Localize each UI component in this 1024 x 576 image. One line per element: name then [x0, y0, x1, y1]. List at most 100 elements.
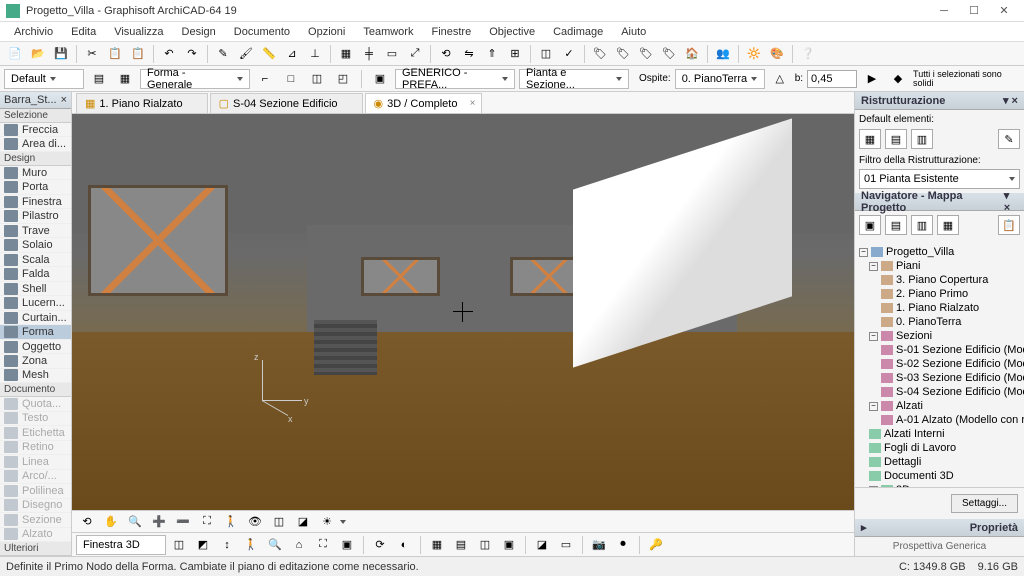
- menu-teamwork[interactable]: Teamwork: [355, 24, 421, 40]
- tree-story-0[interactable]: 0. PianoTerra: [857, 315, 1022, 329]
- tool-object[interactable]: Oggetto: [0, 340, 71, 354]
- menu-design[interactable]: Design: [174, 24, 224, 40]
- b8-icon[interactable]: ▣: [336, 535, 358, 555]
- settings-button[interactable]: Settaggi...: [951, 494, 1018, 513]
- tool-shell[interactable]: Shell: [0, 282, 71, 296]
- teamwork-icon[interactable]: 👥: [712, 44, 734, 64]
- tool-wall[interactable]: Muro: [0, 166, 71, 180]
- mirror-icon[interactable]: ⇋: [458, 44, 480, 64]
- menu-visualizza[interactable]: Visualizza: [106, 24, 171, 40]
- rotate-icon[interactable]: ⟲: [435, 44, 457, 64]
- comp-icon[interactable]: ▣: [369, 69, 391, 89]
- b13-icon[interactable]: ◫: [474, 535, 496, 555]
- b4-icon[interactable]: 🚶: [240, 535, 262, 555]
- tool-beam[interactable]: Trave: [0, 224, 71, 238]
- tool-mesh[interactable]: Mesh: [0, 369, 71, 383]
- b11-icon[interactable]: ▦: [426, 535, 448, 555]
- group-more[interactable]: Ulteriori: [0, 542, 71, 556]
- scale-icon[interactable]: ⤢: [404, 44, 426, 64]
- solid-icon[interactable]: ◆: [887, 69, 909, 89]
- tree-project[interactable]: −Progetto_Villa: [857, 245, 1022, 259]
- nav-btn3[interactable]: ▥: [911, 215, 933, 235]
- b17-icon[interactable]: 🔑: [645, 535, 667, 555]
- tree-3ddocs[interactable]: Documenti 3D: [857, 469, 1022, 483]
- restructure-header[interactable]: Ristrutturazione▾ ×: [855, 92, 1024, 110]
- angle-icon[interactable]: △: [769, 69, 791, 89]
- nav-btn5[interactable]: 📋: [998, 215, 1020, 235]
- tool-curtain[interactable]: Curtain...: [0, 311, 71, 325]
- material-button[interactable]: ▦: [114, 69, 136, 89]
- tree-section-2[interactable]: S-02 Sezione Edificio (Modello: [857, 357, 1022, 371]
- look-icon[interactable]: 👁: [244, 512, 266, 532]
- default-preset[interactable]: Default: [4, 69, 84, 89]
- tree-int-elevations[interactable]: Alzati Interni: [857, 427, 1022, 441]
- story-select[interactable]: 0. PianoTerra: [675, 69, 765, 89]
- tool-label[interactable]: Etichetta: [0, 426, 71, 440]
- group-document[interactable]: Documento: [0, 383, 71, 397]
- b7-icon[interactable]: ⛶: [312, 535, 334, 555]
- composite-select[interactable]: GENERICO - PREFA...: [395, 69, 515, 89]
- restruct-btn2[interactable]: ▤: [885, 129, 907, 149]
- layer-button[interactable]: ▤: [88, 69, 110, 89]
- tree-piani[interactable]: −Piani: [857, 259, 1022, 273]
- menu-documento[interactable]: Documento: [226, 24, 298, 40]
- persp-icon[interactable]: ◫: [268, 512, 290, 532]
- group-selection[interactable]: Selezione: [0, 109, 71, 123]
- geom1-button[interactable]: ⌐: [254, 69, 276, 89]
- 3d-viewport[interactable]: z y x: [72, 114, 854, 510]
- properties-header[interactable]: ▸ Proprietà: [855, 519, 1024, 537]
- tag1-icon[interactable]: 🏷: [589, 44, 611, 64]
- tool-arrow[interactable]: Freccia: [0, 123, 71, 137]
- camera-icon[interactable]: 📷: [588, 535, 610, 555]
- maximize-button[interactable]: ☐: [960, 2, 988, 20]
- group-design[interactable]: Design: [0, 152, 71, 166]
- layer-select[interactable]: Forma - Generale: [140, 69, 250, 89]
- redo-icon[interactable]: ↷: [181, 44, 203, 64]
- tree-section-3[interactable]: S-03 Sezione Edificio (Modello: [857, 371, 1022, 385]
- view3d-icon[interactable]: ◫: [535, 44, 557, 64]
- tool-stair[interactable]: Scala: [0, 253, 71, 267]
- tool-polyline[interactable]: Polilinea: [0, 484, 71, 498]
- orbit-icon[interactable]: ⟲: [76, 512, 98, 532]
- tool-drawing[interactable]: Disegno: [0, 499, 71, 513]
- b3-icon[interactable]: ↕: [216, 535, 238, 555]
- tool-line[interactable]: Linea: [0, 455, 71, 469]
- help-icon[interactable]: ❔: [797, 44, 819, 64]
- tool-skylight[interactable]: Lucern...: [0, 296, 71, 310]
- bottom-tab[interactable]: Finestra 3D: [76, 535, 166, 555]
- menu-aiuto[interactable]: Aiuto: [613, 24, 654, 40]
- menu-objective[interactable]: Objective: [481, 24, 543, 40]
- paste-icon[interactable]: 📋: [127, 44, 149, 64]
- b5-icon[interactable]: 🔍: [264, 535, 286, 555]
- close-icon[interactable]: ×: [61, 94, 67, 106]
- brush-icon[interactable]: 🖌: [235, 44, 257, 64]
- cut-icon[interactable]: ✂: [81, 44, 103, 64]
- chevron-down-icon[interactable]: [340, 520, 346, 524]
- geom2-button[interactable]: □: [280, 69, 302, 89]
- navigator-header[interactable]: Navigatore - Mappa Progetto▾ ×: [855, 193, 1024, 211]
- minimize-button[interactable]: ─: [930, 2, 958, 20]
- tag2-icon[interactable]: 🏷: [612, 44, 634, 64]
- nav-btn2[interactable]: ▤: [885, 215, 907, 235]
- multiply-icon[interactable]: ⊞: [504, 44, 526, 64]
- menu-opzioni[interactable]: Opzioni: [300, 24, 353, 40]
- tool-door[interactable]: Porta: [0, 180, 71, 194]
- layer-icon[interactable]: ▭: [381, 44, 403, 64]
- nav-btn4[interactable]: ▦: [937, 215, 959, 235]
- tree-elevations[interactable]: −Alzati: [857, 399, 1022, 413]
- tree-elevation-1[interactable]: A-01 Alzato (Modello con rico: [857, 413, 1022, 427]
- tree-section-4[interactable]: S-04 Sezione Edificio (Modello: [857, 385, 1022, 399]
- tab-floorplan[interactable]: ▦1. Piano Rialzato: [76, 93, 208, 113]
- tag3-icon[interactable]: 🏷: [635, 44, 657, 64]
- tool-zone[interactable]: Zona: [0, 354, 71, 368]
- tree-sections[interactable]: −Sezioni: [857, 329, 1022, 343]
- restruct-btn4[interactable]: ✎: [998, 129, 1020, 149]
- measure-icon[interactable]: 📏: [258, 44, 280, 64]
- tree-details[interactable]: Dettagli: [857, 455, 1022, 469]
- align-icon[interactable]: ⊿: [281, 44, 303, 64]
- new-icon[interactable]: 📄: [4, 44, 26, 64]
- save-icon[interactable]: 💾: [50, 44, 72, 64]
- home-icon[interactable]: 🏠: [681, 44, 703, 64]
- pick-icon[interactable]: ✎: [212, 44, 234, 64]
- grid-icon[interactable]: ▦: [335, 44, 357, 64]
